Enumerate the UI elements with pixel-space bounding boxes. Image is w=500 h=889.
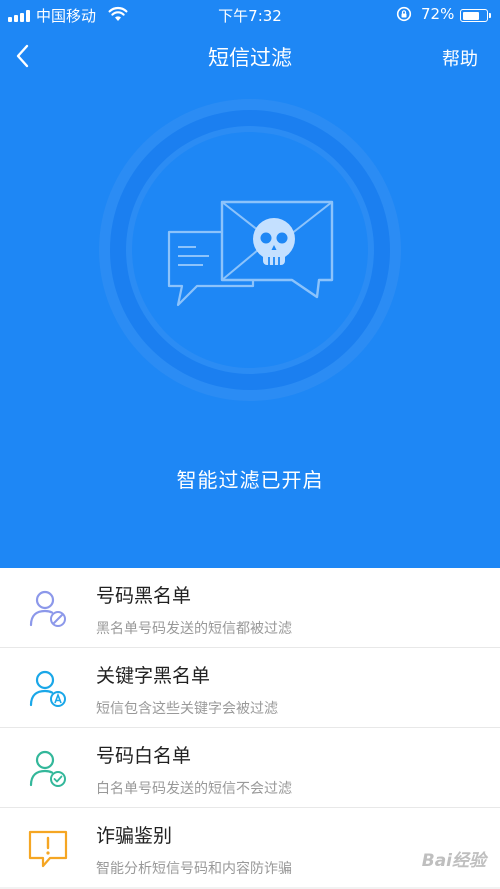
- list-item-subtitle: 白名单号码发送的短信不会过滤: [96, 781, 292, 797]
- status-bar: 中国移动 下午7:32 72%: [0, 0, 500, 30]
- list-item-subtitle: 短信包含这些关键字会被过滤: [96, 701, 278, 717]
- list-item-title: 关键字黑名单: [96, 665, 211, 687]
- hero-panel: 中国移动 下午7:32 72% 短信过滤 帮助 智能过滤已开启: [0, 0, 500, 568]
- settings-list: 号码黑名单 黑名单号码发送的短信都被过滤 关键字黑名单 短信包含这些关键字会被过…: [0, 568, 500, 887]
- list-item-number-blacklist[interactable]: 号码黑名单 黑名单号码发送的短信都被过滤: [0, 568, 500, 648]
- filter-status-text: 智能过滤已开启: [176, 468, 324, 492]
- user-keyword-icon: [29, 670, 66, 707]
- list-item-subtitle: 智能分析短信号码和内容防诈骗: [96, 861, 292, 877]
- battery-percent: 72%: [421, 5, 455, 23]
- page-title: 短信过滤: [208, 46, 292, 70]
- list-item-title: 号码黑名单: [96, 585, 192, 607]
- spam-message-skull-icon: [99, 99, 401, 401]
- orientation-lock-icon: [396, 6, 412, 22]
- user-check-icon: [29, 750, 66, 787]
- list-item-title: 号码白名单: [96, 745, 192, 767]
- list-item-title: 诈骗鉴别: [96, 825, 173, 847]
- watermark: Bai经验: [421, 851, 486, 871]
- list-item-keyword-blacklist[interactable]: 关键字黑名单 短信包含这些关键字会被过滤: [0, 648, 500, 728]
- list-item-subtitle: 黑名单号码发送的短信都被过滤: [96, 621, 292, 637]
- help-button[interactable]: 帮助: [442, 45, 478, 71]
- user-blocked-icon: [29, 590, 66, 627]
- navigation-bar: 短信过滤 帮助: [0, 32, 500, 80]
- battery-level: [462, 11, 480, 20]
- list-item-number-whitelist[interactable]: 号码白名单 白名单号码发送的短信不会过滤: [0, 728, 500, 808]
- battery-icon: [460, 9, 491, 22]
- fraud-alert-icon: [28, 830, 68, 868]
